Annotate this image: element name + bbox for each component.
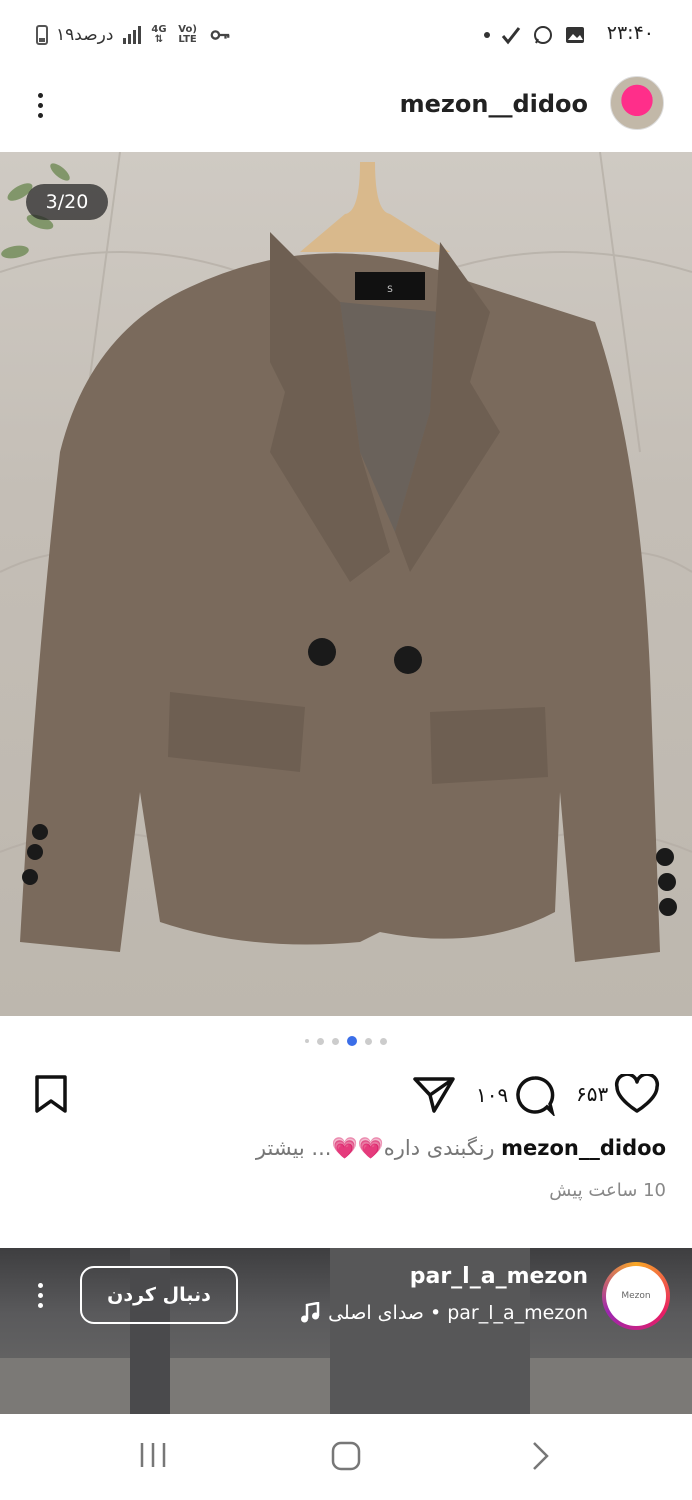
key-icon (210, 30, 229, 40)
reel-audio[interactable]: par_l_a_mezon • صدای اصلی (300, 1302, 588, 1324)
more-vertical-icon[interactable] (28, 88, 52, 128)
clock: ۲۳:۴۰ (606, 22, 654, 44)
share-action[interactable] (412, 1074, 456, 1114)
notification-icons (484, 24, 586, 46)
status-left: ۱۹درصد 4G ⇅ Vo) LTE (36, 24, 231, 46)
signal-icon (123, 26, 142, 44)
check-icon (501, 27, 521, 45)
caption-text: رنگبندی داره💗💗... بیشتر (255, 1136, 495, 1160)
dot-icon (484, 32, 490, 38)
carousel-dot (317, 1037, 324, 1045)
back-icon[interactable] (526, 1440, 554, 1472)
reel-avatar[interactable]: Mezon (602, 1262, 670, 1330)
suggested-reel[interactable]: دنبال کردن par_l_a_mezon par_l_a_mezon •… (0, 1248, 692, 1414)
post-caption[interactable]: mezon__didoo رنگبندی داره💗💗... بیشتر (256, 1136, 666, 1161)
status-bar: ۱۹درصد 4G ⇅ Vo) LTE ۲۳:۴۰ (0, 0, 692, 70)
carousel-dot (305, 1039, 309, 1043)
system-nav-bar (0, 1414, 692, 1500)
audio-label: par_l_a_mezon • صدای اصلی (328, 1302, 588, 1324)
whatsapp-icon (534, 26, 552, 44)
image-counter: 3/20 (26, 184, 108, 220)
home-icon[interactable] (330, 1440, 362, 1472)
bookmark-icon[interactable] (34, 1074, 68, 1114)
post-image[interactable]: S 3/20 (0, 152, 692, 1016)
heart-icon[interactable] (614, 1074, 660, 1114)
like-action[interactable]: ۶۵۳ (576, 1074, 660, 1114)
recent-apps-icon[interactable] (138, 1440, 168, 1470)
post-avatar[interactable] (610, 76, 664, 130)
network-indicator: 4G ⇅ (151, 24, 167, 45)
share-icon[interactable] (412, 1074, 456, 1114)
action-bar: ۱۰۹ ۶۵۳ (0, 1066, 692, 1126)
carousel-dot-active (347, 1036, 357, 1046)
caption-username[interactable]: mezon__didoo (501, 1136, 666, 1160)
jacket-image: S (0, 152, 692, 962)
post-time: 10 ساعت پیش (549, 1180, 666, 1201)
battery-text: ۱۹درصد (56, 25, 114, 45)
gallery-icon (566, 27, 584, 43)
svg-text:S: S (387, 285, 393, 295)
carousel-dot (332, 1037, 339, 1045)
post-header: mezon__didoo (0, 70, 692, 150)
carousel-dot (380, 1037, 387, 1045)
reel-more-icon[interactable] (30, 1278, 50, 1318)
comment-icon[interactable] (514, 1074, 556, 1116)
battery-icon (36, 25, 48, 45)
music-note-icon (301, 1302, 320, 1323)
carousel-dot (365, 1037, 372, 1045)
post-username[interactable]: mezon__didoo (400, 90, 588, 118)
carousel-dots (0, 1036, 692, 1046)
reel-username[interactable]: par_l_a_mezon (410, 1264, 588, 1289)
comment-action[interactable]: ۱۰۹ (476, 1074, 556, 1116)
like-count: ۶۵۳ (576, 1082, 609, 1106)
reel-avatar-logo: Mezon (606, 1266, 666, 1326)
comment-count: ۱۰۹ (476, 1083, 509, 1107)
volte-indicator: Vo) LTE (178, 24, 197, 45)
follow-button[interactable]: دنبال کردن (80, 1266, 238, 1324)
